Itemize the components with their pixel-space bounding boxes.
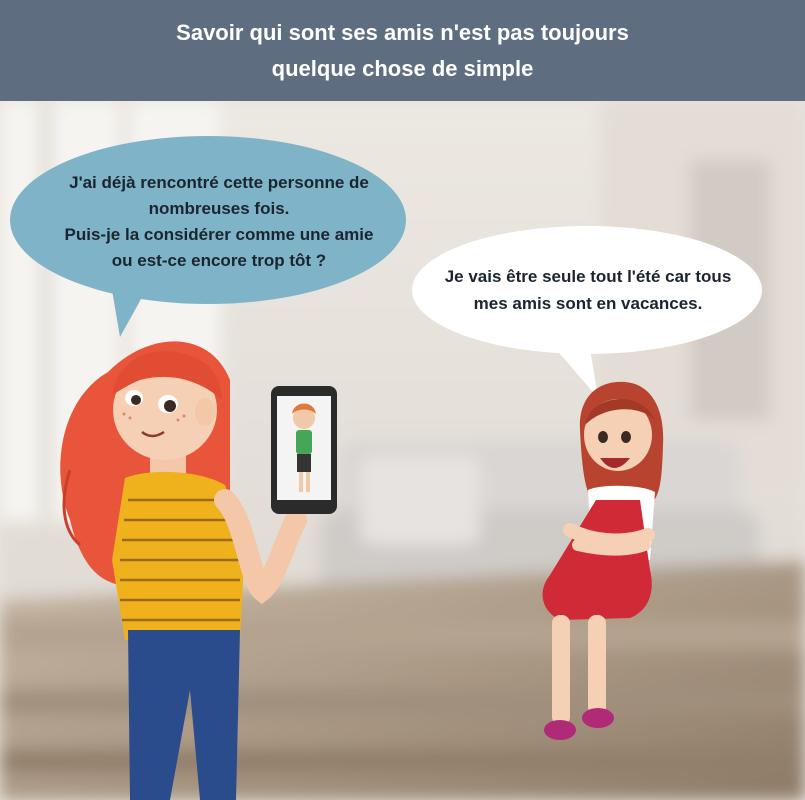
right-bubble-text: Je vais être seule tout l'été car tous m… [418, 263, 758, 317]
phone-icon [271, 386, 337, 514]
left-bubble-line-2: nombreuses fois. [148, 199, 290, 218]
right-bubble-line-1: Je vais être seule tout l'été car tous [444, 267, 732, 286]
left-bubble-line-1: J'ai déjà rencontré cette personne de [69, 173, 369, 192]
left-bubble-line-3: Puis-je la considérer comme une amie [64, 225, 374, 244]
left-bubble-text: J'ai déjà rencontré cette personne de no… [18, 170, 420, 274]
right-bubble-line-2: mes amis sont en vacances. [473, 294, 703, 313]
title-banner: Savoir qui sont ses amis n'est pas toujo… [0, 0, 805, 101]
title-line-1: Savoir qui sont ses amis n'est pas toujo… [176, 19, 629, 45]
title-line-2: quelque chose de simple [271, 55, 534, 81]
page-title: Savoir qui sont ses amis n'est pas toujo… [176, 15, 629, 87]
left-bubble-line-4: ou est-ce encore trop tôt ? [111, 251, 327, 270]
